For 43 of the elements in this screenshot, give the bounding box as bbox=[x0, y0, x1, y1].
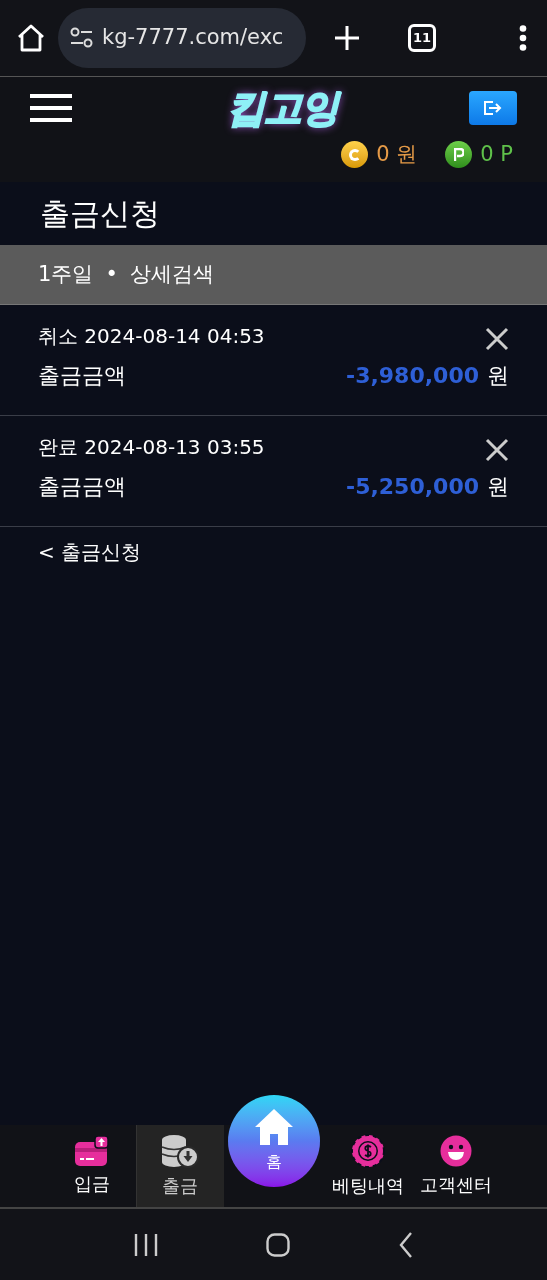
tab-count-button[interactable]: 11 bbox=[408, 24, 436, 52]
home-icon[interactable] bbox=[16, 24, 46, 52]
logo[interactable]: 킵고잉 bbox=[226, 79, 339, 137]
back-link[interactable]: < 출금신청 bbox=[38, 540, 142, 564]
home-button[interactable]: 홈 bbox=[227, 1095, 320, 1187]
close-icon[interactable] bbox=[485, 438, 509, 462]
logout-button[interactable] bbox=[469, 91, 517, 125]
address-bar[interactable]: kg-7777.com/exc bbox=[58, 8, 306, 68]
amount-label: 출금금액 bbox=[38, 473, 126, 501]
coin-stack-icon bbox=[161, 1133, 199, 1168]
coin-icon bbox=[341, 141, 369, 169]
detail-search-link[interactable]: 상세검색 bbox=[129, 258, 214, 291]
currency-unit: 원 bbox=[487, 473, 509, 501]
card-icon bbox=[74, 1135, 109, 1166]
status-datetime: 완료 2024-08-13 03:55 bbox=[38, 434, 265, 461]
status-datetime: 취소 2024-08-14 04:53 bbox=[38, 323, 265, 350]
period-filter[interactable]: 1주일 bbox=[38, 258, 94, 291]
casino-chip-icon bbox=[350, 1133, 385, 1168]
menu-icon[interactable] bbox=[30, 94, 72, 122]
url-text: kg-7777.com/exc bbox=[102, 24, 284, 52]
home-button-icon[interactable] bbox=[266, 1232, 291, 1257]
currency-unit: 원 bbox=[487, 362, 509, 390]
nav-tab[interactable]: 출금 bbox=[135, 1125, 224, 1207]
page-title: 출금신청 bbox=[40, 195, 160, 233]
back-icon[interactable] bbox=[398, 1231, 413, 1258]
site-settings-icon bbox=[70, 27, 94, 49]
separator-dot: • bbox=[105, 260, 118, 288]
plus-icon[interactable] bbox=[334, 25, 360, 51]
amount-value: -5,250,000 bbox=[346, 473, 479, 501]
coin-balance: 0 원 bbox=[376, 141, 418, 168]
amount-value: -3,980,000 bbox=[346, 362, 479, 390]
recent-apps-icon[interactable] bbox=[134, 1233, 159, 1256]
point-icon bbox=[445, 141, 473, 169]
close-icon[interactable] bbox=[485, 327, 509, 351]
smiley-icon bbox=[439, 1134, 472, 1167]
home-icon bbox=[253, 1108, 294, 1146]
nav-tab[interactable]: 고객센터 bbox=[411, 1125, 500, 1207]
amount-label: 출금금액 bbox=[38, 362, 126, 390]
nav-tab[interactable]: 베팅내역 bbox=[323, 1125, 412, 1207]
point-balance: 0 P bbox=[480, 141, 513, 168]
more-icon[interactable] bbox=[519, 25, 527, 51]
logout-icon bbox=[483, 100, 503, 116]
nav-tab[interactable]: 입금 bbox=[47, 1125, 136, 1207]
